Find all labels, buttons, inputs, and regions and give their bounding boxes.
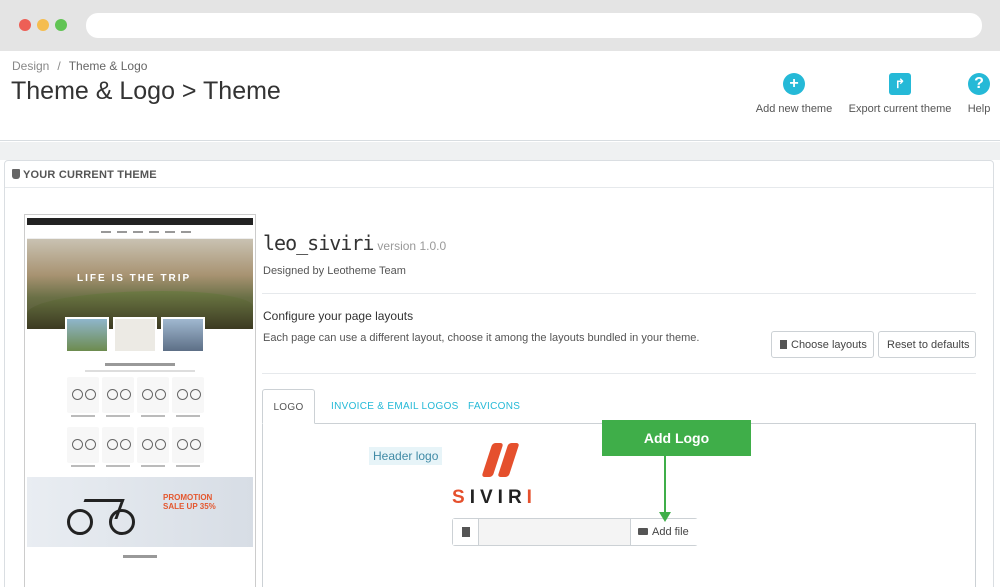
preview-hero-banner: LIFE IS THE TRIP bbox=[27, 239, 253, 329]
add-logo-callout: Add Logo bbox=[602, 420, 751, 456]
logo-tabs: LOGO INVOICE & EMAIL LOGOS FAVICONS bbox=[262, 389, 976, 424]
siviri-logo-text-value: SIVIRI bbox=[452, 487, 537, 508]
callout-arrow-line bbox=[664, 456, 666, 516]
address-bar[interactable] bbox=[86, 13, 982, 38]
siviri-logo-text: SIVIRI bbox=[452, 487, 537, 509]
preview-product bbox=[137, 377, 169, 413]
siviri-logo-mark bbox=[481, 443, 521, 479]
add-file-label: Add file bbox=[652, 526, 689, 538]
logo-file-input[interactable]: Add file bbox=[452, 518, 698, 546]
preview-product bbox=[172, 427, 204, 463]
preview-promo-banner: PROMOTION SALE UP 35% bbox=[27, 477, 253, 547]
reset-to-defaults-label: Reset to defaults bbox=[887, 339, 970, 351]
tab-logo[interactable]: LOGO bbox=[262, 389, 315, 424]
export-current-theme-button[interactable]: ↱ Export current theme bbox=[845, 73, 955, 115]
question-circle-icon: ? bbox=[968, 73, 990, 95]
theme-name-text: leo_siviri bbox=[263, 231, 374, 255]
preview-nav bbox=[27, 225, 253, 239]
preview-topbar bbox=[27, 218, 253, 225]
divider bbox=[262, 293, 976, 294]
theme-preview-image: LIFE IS THE TRIP PROMOTION SALE UP 35% bbox=[24, 214, 256, 587]
theme-version: version 1.0.0 bbox=[377, 239, 447, 253]
reset-to-defaults-button[interactable]: Reset to defaults bbox=[878, 331, 976, 358]
theme-author: Designed by Leotheme Team bbox=[263, 265, 406, 277]
panel-heading: YOUR CURRENT THEME bbox=[5, 161, 993, 188]
theme-name: leo_siviri version 1.0.0 bbox=[263, 231, 446, 255]
panel-heading-label: YOUR CURRENT THEME bbox=[23, 169, 157, 181]
breadcrumb-parent[interactable]: Design bbox=[12, 59, 49, 73]
choose-layouts-label: Choose layouts bbox=[791, 339, 867, 351]
layouts-description: Each page can use a different layout, ch… bbox=[263, 332, 700, 344]
export-current-theme-label: Export current theme bbox=[848, 103, 952, 115]
content-background bbox=[0, 142, 1000, 160]
tab-favicons[interactable]: FAVICONS bbox=[468, 389, 520, 424]
preview-feature-cards bbox=[65, 317, 209, 353]
browser-chrome bbox=[0, 0, 1000, 51]
add-new-theme-button[interactable]: + Add new theme bbox=[753, 73, 835, 115]
breadcrumb: Design / Theme & Logo bbox=[12, 59, 147, 73]
header-logo-label: Header logo bbox=[369, 447, 443, 465]
window-maximize-dot[interactable] bbox=[55, 19, 67, 31]
tab-logo-label: LOGO bbox=[273, 402, 304, 413]
preview-promo-text: PROMOTION SALE UP 35% bbox=[163, 493, 216, 511]
divider bbox=[262, 373, 976, 374]
tab-invoice-label: INVOICE & EMAIL LOGOS bbox=[331, 401, 459, 412]
preview-product bbox=[67, 427, 99, 463]
window-close-dot[interactable] bbox=[19, 19, 31, 31]
export-icon: ↱ bbox=[889, 73, 911, 95]
html5-icon bbox=[12, 169, 20, 179]
file-icon bbox=[453, 519, 479, 545]
tab-invoice-email-logos[interactable]: INVOICE & EMAIL LOGOS bbox=[331, 389, 459, 424]
preview-product bbox=[172, 377, 204, 413]
help-label: Help bbox=[967, 103, 991, 115]
layouts-title: Configure your page layouts bbox=[263, 309, 414, 323]
breadcrumb-current: Theme & Logo bbox=[68, 59, 148, 73]
page-title: Theme & Logo > Theme bbox=[11, 77, 281, 105]
choose-layouts-button[interactable]: Choose layouts bbox=[771, 331, 874, 358]
add-new-theme-label: Add new theme bbox=[755, 103, 833, 115]
preview-product bbox=[102, 377, 134, 413]
window-minimize-dot[interactable] bbox=[37, 19, 49, 31]
help-button[interactable]: ? Help bbox=[964, 73, 994, 115]
tab-favicons-label: FAVICONS bbox=[468, 401, 521, 412]
plus-circle-icon: + bbox=[783, 73, 805, 95]
preview-product bbox=[137, 427, 169, 463]
add-file-button[interactable]: Add file bbox=[630, 519, 698, 545]
preview-product bbox=[67, 377, 99, 413]
file-icon bbox=[780, 340, 787, 349]
folder-icon bbox=[638, 528, 648, 535]
preview-slogan: LIFE IS THE TRIP bbox=[77, 273, 192, 284]
page-header: Design / Theme & Logo Theme & Logo > Theme… bbox=[0, 51, 1000, 141]
breadcrumb-separator: / bbox=[57, 59, 61, 73]
callout-arrow-head bbox=[659, 512, 671, 522]
preview-product bbox=[102, 427, 134, 463]
